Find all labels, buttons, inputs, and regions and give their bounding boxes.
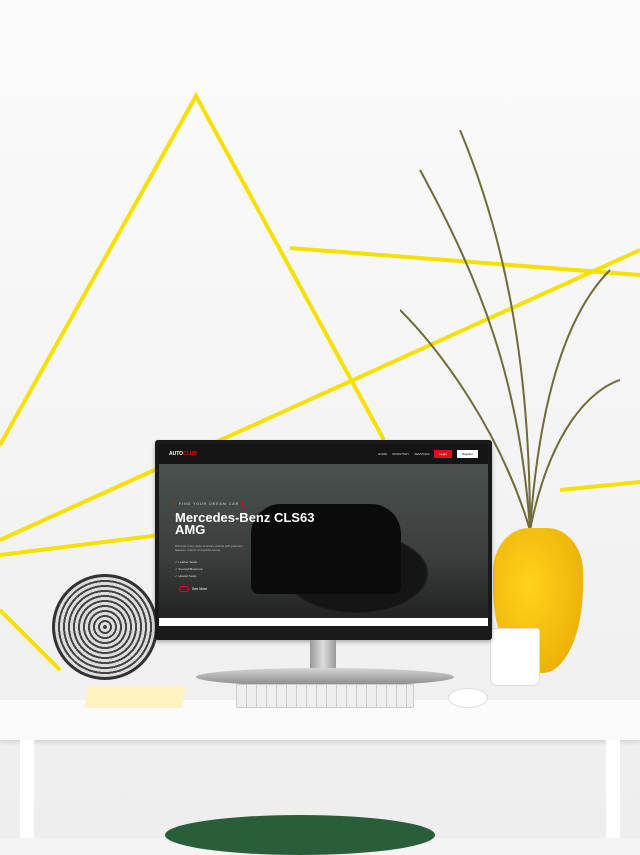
plant-pillow: [165, 815, 435, 855]
mouse: [448, 688, 488, 708]
desk-fan: [52, 574, 158, 680]
see-more-button[interactable]: See More: [179, 586, 207, 592]
register-button[interactable]: Register: [456, 450, 478, 458]
feature-item: ✓ Heated Seats: [175, 574, 197, 578]
feature-item: ✓ Sunroof/Moonroof: [175, 567, 203, 571]
nav-inventory[interactable]: INVENTORY: [392, 452, 409, 456]
hero-tagline: FIND YOUR DREAM CAR: [175, 502, 244, 506]
website-screen: AUTOCLUB HOME INVENTORY SERVICES Login R…: [159, 444, 488, 626]
content-strip: [159, 618, 488, 626]
see-more-label: See More: [192, 586, 208, 591]
monitor: AUTOCLUB HOME INVENTORY SERVICES Login R…: [155, 440, 492, 640]
play-icon: [179, 586, 189, 592]
desk-leg: [20, 740, 34, 838]
logo-text: AUTO: [169, 451, 184, 457]
mug: [490, 628, 540, 686]
feature-label: Leather Seats: [178, 560, 198, 564]
desk-leg: [606, 740, 620, 838]
keyboard: [236, 684, 414, 708]
logo-text-accent: CLUB: [183, 451, 197, 457]
feature-label: Heated Seats: [178, 574, 197, 578]
feature-label: Sunroof/Moonroof: [178, 567, 203, 571]
feature-item: ✓ Leather Seats: [175, 560, 198, 564]
login-button[interactable]: Login: [434, 450, 452, 458]
notepad: [84, 686, 186, 708]
hero-section: FIND YOUR DREAM CAR Mercedes-Benz CLS63 …: [159, 464, 488, 620]
nav-services[interactable]: SERVICES: [414, 452, 429, 456]
hero-description: Discover every style of luxury vehicle w…: [175, 544, 243, 552]
nav-home[interactable]: HOME: [378, 452, 387, 456]
site-logo[interactable]: AUTOCLUB: [169, 451, 197, 457]
site-navbar: AUTOCLUB HOME INVENTORY SERVICES Login R…: [159, 444, 488, 464]
hero-title: Mercedes-Benz CLS63 AMG: [175, 510, 315, 537]
